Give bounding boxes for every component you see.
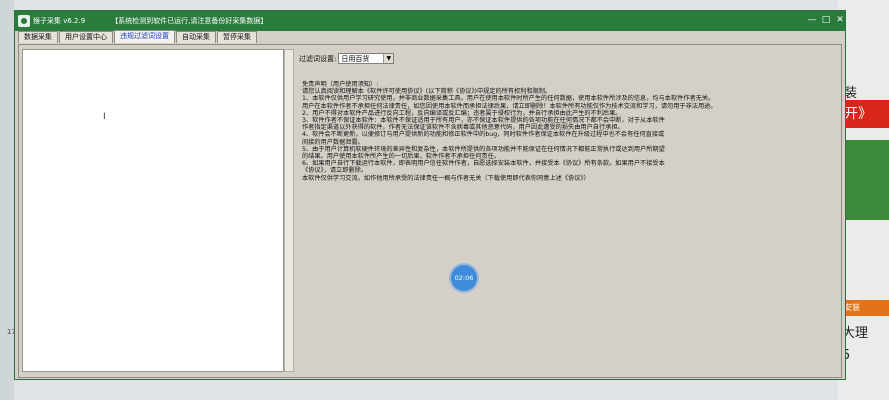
tab-filter-words[interactable]: 违规过滤词设置	[114, 30, 175, 43]
tab-auto-collect[interactable]: 自动采集	[176, 31, 216, 43]
tab-bar: 数据采集 用户设置中心 违规过滤词设置 自动采集 暂停采集	[18, 30, 258, 43]
app-title: 猴子采集 v6.2.9	[33, 17, 86, 25]
scrollbar[interactable]	[284, 49, 294, 372]
filter-selected-value: 日用百货	[341, 55, 370, 63]
tab-pause-collect[interactable]: 暂停采集	[217, 31, 257, 43]
status-notice: 【系统检测到软件已运行,请注意备份好采集数据】	[111, 17, 268, 25]
disclaimer-line: 间接的用户数据泄露。	[302, 138, 364, 146]
timer-badge[interactable]: 02:06	[451, 265, 477, 291]
disclaimer-line: 本软件仅供学习交流，如作他用所承受的法律责任一概与作者无关（下载使用即代表你同意…	[302, 174, 590, 182]
background-left-strip	[0, 0, 14, 400]
disclaimer-line: 5、由于用户计算机软硬件环境的差异性和复杂性，本软件所提供的各项功能并不能保证在…	[302, 145, 665, 153]
close-icon[interactable]: ✕	[833, 15, 847, 25]
disclaimer-line: 1、本软件仅供用户学习研究使用，并非商业数据采集工具。用户在使用本软件时所产生的…	[302, 95, 715, 103]
tab-user-settings[interactable]: 用户设置中心	[59, 31, 113, 43]
disclaimer-line: 4、软件会不断更新，以便修订与用户提供新的功能和修正软件中的bug，同时软件作者…	[302, 131, 665, 139]
filter-row: 过滤词设置: 日用百货 ▼	[299, 53, 395, 64]
tab-content: I 过滤词设置: 日用百货 ▼ 免责声明（用户使用须知）: 请您认真阅读和理解本…	[18, 44, 842, 378]
disclaimer-line: 2、用户不得对本软件产品进行反向工程，反向编译或反汇编；违者属于侵权行为，并自行…	[302, 109, 622, 117]
tab-data-collection[interactable]: 数据采集	[18, 31, 58, 43]
app-logo-icon	[18, 15, 30, 27]
title-bar[interactable]: 猴子采集 v6.2.9 【系统检测到软件已运行,请注意备份好采集数据】 — □ …	[15, 11, 845, 31]
app-window: 猴子采集 v6.2.9 【系统检测到软件已运行,请注意备份好采集数据】 — □ …	[14, 10, 846, 380]
filter-label: 过滤词设置:	[299, 54, 337, 63]
filter-words-textarea[interactable]: I	[22, 49, 284, 372]
disclaimer-text: 免责声明（用户使用须知）: 请您认真阅读和理解本《软件许可使用协议》(以下简称《…	[302, 81, 732, 182]
disclaimer-line: 用户在本软件作者不承担任何法律责任，如您因使用本软件而承担法律后果，请立即删除！…	[302, 102, 717, 110]
maximize-icon[interactable]: □	[819, 15, 833, 25]
filter-category-select[interactable]: 日用百货 ▼	[338, 53, 395, 64]
chevron-down-icon[interactable]: ▼	[383, 54, 394, 63]
text-cursor-icon: I	[103, 112, 106, 122]
minimize-icon[interactable]: —	[805, 15, 819, 25]
disclaimer-line: 《协议》，请立即删除。	[302, 167, 367, 175]
